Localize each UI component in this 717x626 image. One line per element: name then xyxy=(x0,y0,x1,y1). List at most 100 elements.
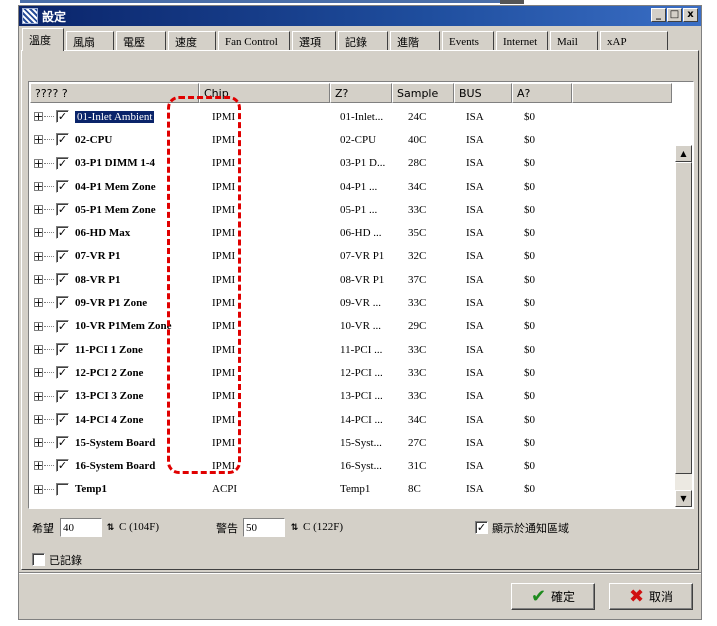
table-row[interactable]: + ✓ 11-PCI 1 Zone IPMI 11-PCI ... 33C ISA $0 xyxy=(30,338,675,361)
tab-internet[interactable]: Internet xyxy=(496,31,548,51)
expand-icon[interactable]: + xyxy=(34,321,43,332)
expand-icon[interactable]: + xyxy=(34,158,43,169)
expand-icon[interactable]: + xyxy=(34,414,43,425)
tab-options[interactable]: 選項 xyxy=(292,31,336,51)
row-checkbox[interactable]: ✓ xyxy=(56,459,69,473)
table-row[interactable]: + ✓ 13-PCI 3 Zone IPMI 13-PCI ... 33C ISA $0 xyxy=(30,385,675,408)
sensor-a: $0 xyxy=(524,460,535,473)
row-checkbox[interactable]: ✓ xyxy=(56,273,69,287)
background-window-edge xyxy=(20,0,510,3)
tree-line xyxy=(44,162,54,164)
expand-icon[interactable]: + xyxy=(34,297,43,308)
expand-icon[interactable]: + xyxy=(34,344,43,355)
tab-xap[interactable]: xAP xyxy=(600,31,668,51)
expand-icon[interactable]: + xyxy=(34,134,43,145)
sensor-z: 03-P1 D... xyxy=(340,157,386,170)
tab-temperature[interactable]: 溫度 xyxy=(22,28,64,51)
table-row[interactable]: + ✓ 12-PCI 2 Zone IPMI 12-PCI ... 33C ISA $0 xyxy=(30,361,675,384)
tab-logging[interactable]: 記錄 xyxy=(338,31,388,51)
expand-icon[interactable]: + xyxy=(34,437,43,448)
table-row[interactable]: + ✓ 08-VR P1 IPMI 08-VR P1 37C ISA $0 xyxy=(30,268,675,291)
minimize-button[interactable]: _ xyxy=(651,8,666,22)
ok-button[interactable]: ✔ 確定 xyxy=(511,583,595,610)
table-row[interactable]: + ✓ 01-Inlet Ambient IPMI 01-Inlet... 24C ISA $… xyxy=(30,105,675,128)
tab-fan-control[interactable]: Fan Control xyxy=(218,31,290,51)
sensor-list[interactable]: ???? ? Chip Z? Sample BUS A? + ✓ 01-Inlet … xyxy=(28,81,694,509)
table-row[interactable]: + ✓ 04-P1 Mem Zone IPMI 04-P1 ... 34C ISA $0 xyxy=(30,175,675,198)
show-tray-label[interactable]: 顯示於通知區域 xyxy=(492,520,569,536)
row-checkbox[interactable]: ✓ xyxy=(56,110,69,123)
table-row[interactable]: + ✓ 10-VR P1Mem Zone IPMI 10-VR ... 29C ISA $0 xyxy=(30,315,675,338)
scrollbar-header-gap xyxy=(675,83,692,145)
row-checkbox[interactable]: ✓ xyxy=(56,412,69,426)
expand-icon[interactable]: + xyxy=(34,484,43,495)
row-checkbox[interactable]: ✓ xyxy=(56,249,69,263)
tab-mail[interactable]: Mail xyxy=(550,31,598,51)
row-checkbox[interactable]: ✓ xyxy=(56,436,69,450)
desired-temp-input[interactable]: 40 xyxy=(60,518,102,537)
table-row[interactable]: + ✓ 16-System Board IPMI 16-Syst... 31C ISA $0 xyxy=(30,454,675,477)
tab-advanced[interactable]: 進階 xyxy=(390,31,440,51)
expand-icon[interactable]: + xyxy=(34,460,43,471)
row-checkbox[interactable]: ✓ xyxy=(56,366,69,380)
column-header-sample[interactable]: Sample xyxy=(392,83,454,103)
row-checkbox[interactable]: ✓ xyxy=(56,203,69,217)
tab-fans[interactable]: 風扇 xyxy=(66,31,114,51)
row-checkbox[interactable]: ✓ xyxy=(56,296,69,310)
expand-icon[interactable]: + xyxy=(34,367,43,378)
table-row[interactable]: + ✓ 03-P1 DIMM 1-4 IPMI 03-P1 D... 28C ISA $0 xyxy=(30,152,675,175)
table-row[interactable]: + Temp1 ACPI Temp1 8C ISA $0 xyxy=(30,478,675,501)
expand-icon[interactable]: + xyxy=(34,227,43,238)
sensor-z: 10-VR ... xyxy=(340,320,381,333)
record-label[interactable]: 已記錄 xyxy=(49,552,82,568)
sensor-list-body: ???? ? Chip Z? Sample BUS A? + ✓ 01-Inlet … xyxy=(30,83,692,507)
row-checkbox[interactable]: ✓ xyxy=(56,226,69,240)
table-row[interactable]: + ✓ 09-VR P1 Zone IPMI 09-VR ... 33C ISA $0 xyxy=(30,291,675,314)
table-row[interactable]: + ✓ 02-CPU IPMI 02-CPU 40C ISA $0 xyxy=(30,128,675,151)
vertical-scrollbar[interactable]: ▲ ▼ xyxy=(675,83,692,507)
table-row[interactable]: + ✓ 14-PCI 4 Zone IPMI 14-PCI ... 34C ISA $0 xyxy=(30,408,675,431)
desired-temp-stepper[interactable]: ⇅ xyxy=(104,519,117,536)
row-checkbox[interactable]: ✓ xyxy=(56,319,69,333)
sensor-sample: 33C xyxy=(408,343,427,356)
scroll-up-button[interactable]: ▲ xyxy=(675,145,692,162)
warning-temp-input[interactable]: 50 xyxy=(243,518,285,537)
column-header-name[interactable]: ???? ? xyxy=(30,83,199,103)
table-row[interactable]: + ✓ 05-P1 Mem Zone IPMI 05-P1 ... 33C ISA $0 xyxy=(30,198,675,221)
cancel-button[interactable]: ✖ 取消 xyxy=(609,583,693,610)
scroll-down-button[interactable]: ▼ xyxy=(675,490,692,507)
tab-voltage[interactable]: 電壓 xyxy=(116,31,166,51)
table-row[interactable]: + ✓ 07-VR P1 IPMI 07-VR P1 32C ISA $0 xyxy=(30,245,675,268)
row-checkbox[interactable]: ✓ xyxy=(56,179,69,193)
expand-icon[interactable]: + xyxy=(34,274,43,285)
sensor-sample: 40C xyxy=(408,133,427,146)
show-tray-checkbox[interactable]: ✓ xyxy=(475,521,488,534)
record-checkbox[interactable] xyxy=(32,553,45,566)
row-checkbox[interactable] xyxy=(56,482,69,496)
expand-icon[interactable]: + xyxy=(34,204,43,215)
expand-icon[interactable]: + xyxy=(34,181,43,192)
title-bar[interactable]: 設定 _ □ x xyxy=(19,6,701,26)
scroll-thumb[interactable] xyxy=(675,162,692,474)
tab-speed[interactable]: 速度 xyxy=(168,31,216,51)
close-button[interactable]: x xyxy=(683,8,698,22)
expand-icon[interactable]: + xyxy=(34,251,43,262)
column-header-chip[interactable]: Chip xyxy=(199,83,330,103)
column-header-z[interactable]: Z? xyxy=(330,83,392,103)
expand-icon[interactable]: + xyxy=(34,391,43,402)
column-header-bus[interactable]: BUS xyxy=(454,83,512,103)
tree-line xyxy=(44,372,54,374)
sensor-z: 12-PCI ... xyxy=(340,366,383,379)
table-row[interactable]: + ✓ 06-HD Max IPMI 06-HD ... 35C ISA $0 xyxy=(30,221,675,244)
maximize-button[interactable]: □ xyxy=(667,8,682,22)
row-checkbox[interactable]: ✓ xyxy=(56,133,69,147)
row-checkbox[interactable]: ✓ xyxy=(56,389,69,403)
row-checkbox[interactable]: ✓ xyxy=(56,156,69,170)
table-row[interactable]: + ✓ 15-System Board IPMI 15-Syst... 27C ISA $0 xyxy=(30,431,675,454)
column-header-a[interactable]: A? xyxy=(512,83,572,103)
row-checkbox[interactable]: ✓ xyxy=(56,342,69,356)
sensor-name: 16-System Board xyxy=(75,460,156,473)
tab-events[interactable]: Events xyxy=(442,31,494,51)
warning-temp-stepper[interactable]: ⇅ xyxy=(288,519,301,536)
expand-icon[interactable]: + xyxy=(34,111,43,122)
